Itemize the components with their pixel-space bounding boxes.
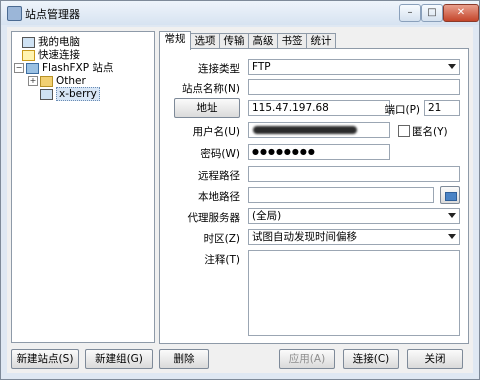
site-name-input[interactable] <box>248 79 460 95</box>
chevron-down-icon <box>448 213 456 218</box>
password-input[interactable]: ●●●●●●●● <box>248 144 390 160</box>
password-label: 密码(W) <box>200 148 240 160</box>
close-window-button[interactable]: ✕ <box>443 4 479 22</box>
tab-transfer[interactable]: 传输 <box>219 33 249 49</box>
notes-label: 注释(T) <box>204 254 240 266</box>
tab-options[interactable]: 选项 <box>190 33 220 49</box>
site-tree[interactable]: 我的电脑 快速连接 − FlashFXP 站点 + Other x-berry <box>11 31 155 343</box>
chevron-down-icon <box>448 234 456 239</box>
notes-textarea[interactable] <box>248 250 460 336</box>
apply-button[interactable]: 应用(A) <box>279 349 335 369</box>
minimize-button[interactable]: – <box>399 4 421 22</box>
username-input[interactable] <box>248 122 390 138</box>
remote-path-label: 远程路径 <box>198 170 240 182</box>
lightning-icon <box>22 49 35 61</box>
conn-type-label: 连接类型 <box>198 63 240 75</box>
tree-item-label: x-berry <box>56 87 100 101</box>
tree-item-label: FlashFXP 站点 <box>42 62 114 74</box>
anonymous-checkbox[interactable] <box>398 125 410 137</box>
connect-button[interactable]: 连接(C) <box>343 349 399 369</box>
proxy-value: (全局) <box>252 210 282 222</box>
computer-icon <box>40 88 53 100</box>
dialog-body: 我的电脑 快速连接 − FlashFXP 站点 + Other x-berry 常规… <box>7 27 473 373</box>
anonymous-label: 匿名(Y) <box>412 126 448 138</box>
tree-item-label: 快速连接 <box>38 49 80 61</box>
globe-icon <box>26 62 39 74</box>
browse-folder-button[interactable] <box>440 186 460 204</box>
site-manager-window: 站点管理器 – □ ✕ 我的电脑 快速连接 − FlashFXP 站点 + Othe… <box>0 0 480 380</box>
port-input[interactable]: 21 <box>424 100 460 116</box>
delete-button[interactable]: 删除 <box>159 349 209 369</box>
site-name-label: 站点名称(N) <box>181 83 240 95</box>
title-bar: 站点管理器 – □ ✕ <box>1 1 479 25</box>
tree-item-quick-connect[interactable]: 快速连接 <box>22 49 80 62</box>
general-panel: 连接类型 FTP 站点名称(N) 地址 115.47.197.68 端口(P) … <box>159 48 469 344</box>
redacted-username <box>253 126 357 134</box>
computer-icon <box>22 36 35 48</box>
port-label: 端口(P) <box>384 104 420 116</box>
close-button[interactable]: 关闭 <box>407 349 463 369</box>
remote-path-input[interactable] <box>248 166 460 182</box>
address-button[interactable]: 地址 <box>174 98 240 118</box>
new-group-button[interactable]: 新建组(G) <box>85 349 153 369</box>
timezone-select[interactable]: 试图自动发现时间偏移 <box>248 229 460 245</box>
username-label: 用户名(U) <box>192 126 240 138</box>
conn-type-value: FTP <box>252 61 271 73</box>
folder-icon <box>445 192 457 201</box>
proxy-select[interactable]: (全局) <box>248 208 460 224</box>
address-input[interactable]: 115.47.197.68 <box>248 100 390 116</box>
maximize-button[interactable]: □ <box>421 4 443 22</box>
tab-advanced[interactable]: 高级 <box>248 33 278 49</box>
app-icon <box>7 6 22 21</box>
tab-bookmarks[interactable]: 书签 <box>277 33 307 49</box>
folder-icon <box>40 75 53 87</box>
proxy-label: 代理服务器 <box>187 212 241 224</box>
tree-item-x-berry[interactable]: x-berry <box>40 87 100 101</box>
tree-item-flashfxp-sites[interactable]: − FlashFXP 站点 <box>14 62 113 75</box>
timezone-label: 时区(Z) <box>203 233 240 245</box>
tree-item-label: 我的电脑 <box>38 36 80 48</box>
tab-statistics[interactable]: 统计 <box>306 33 336 49</box>
window-title: 站点管理器 <box>25 8 80 21</box>
conn-type-select[interactable]: FTP <box>248 59 460 75</box>
new-site-button[interactable]: 新建站点(S) <box>11 349 79 369</box>
collapse-icon[interactable]: − <box>14 63 24 73</box>
chevron-down-icon <box>448 64 456 69</box>
tree-item-label: Other <box>56 75 86 87</box>
expand-icon[interactable]: + <box>28 76 38 86</box>
timezone-value: 试图自动发现时间偏移 <box>252 231 357 243</box>
tree-item-my-computer[interactable]: 我的电脑 <box>22 36 80 49</box>
tab-general[interactable]: 常规 <box>159 31 191 50</box>
local-path-label: 本地路径 <box>198 191 240 203</box>
local-path-input[interactable] <box>248 187 434 203</box>
